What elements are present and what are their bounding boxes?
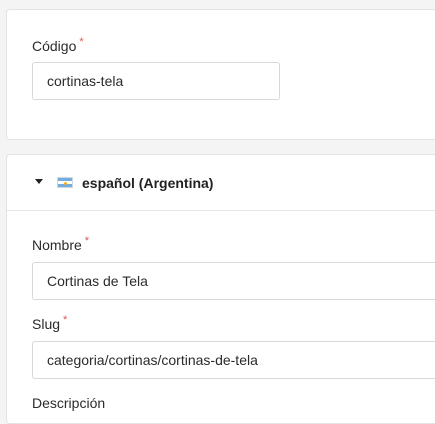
description-field-label: Descripción <box>32 395 106 411</box>
name-field-label: Nombre * <box>32 235 90 253</box>
argentina-flag-icon <box>57 177 73 188</box>
code-input[interactable]: cortinas-tela <box>32 62 280 100</box>
required-indicator: * <box>84 235 90 247</box>
slug-field-label: Slug * <box>32 314 68 332</box>
required-indicator: * <box>63 314 68 326</box>
language-title: español (Argentina) <box>82 175 214 191</box>
general-panel: Código * cortinas-tela <box>6 9 435 140</box>
translation-section-header[interactable]: español (Argentina) <box>7 155 435 211</box>
caret-down-icon[interactable] <box>35 179 43 184</box>
required-indicator: * <box>79 36 84 48</box>
code-field-label: Código * <box>32 36 84 54</box>
slug-input[interactable]: categoria/cortinas/cortinas-de-tela <box>32 341 435 379</box>
translation-panel: español (Argentina) Nombre * Cortinas de … <box>6 154 435 424</box>
name-input[interactable]: Cortinas de Tela <box>32 262 435 300</box>
